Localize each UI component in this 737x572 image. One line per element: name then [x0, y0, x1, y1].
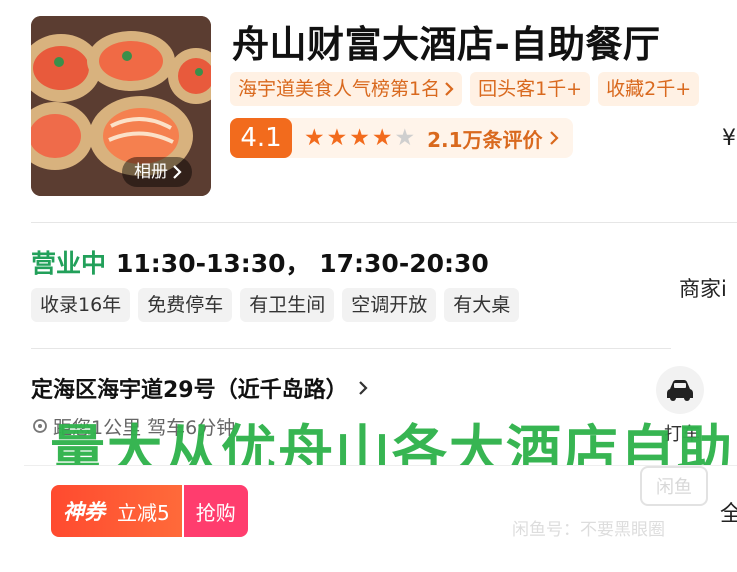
car-icon: [667, 380, 693, 401]
star-empty-icon: ★: [394, 125, 416, 151]
xianyu-logo: 闲鱼: [640, 466, 708, 506]
reviews-link[interactable]: 2.1万条评价: [427, 124, 559, 153]
merchant-info-link[interactable]: 商家i: [679, 273, 727, 303]
location-pin-icon: [33, 418, 47, 433]
address-text: 定海区海宇道29号（近千岛路）: [31, 378, 348, 403]
coupon-tag: 神券: [63, 500, 105, 524]
album-button[interactable]: 相册: [122, 157, 192, 187]
star-filled-icon: ★: [349, 125, 370, 151]
price-partial: ¥: [722, 126, 736, 151]
coupon-banner[interactable]: 神券 立减5 抢购: [51, 485, 248, 537]
rating-row[interactable]: 4.1 ★ ★ ★ ★ ★ 2.1万条评价: [230, 118, 573, 158]
rating-score: 4.1: [230, 118, 292, 158]
feature-tag: 空调开放: [342, 288, 437, 322]
divider: [31, 348, 671, 349]
hours-text: 11:30-13:30， 17:30-20:30: [116, 249, 489, 278]
reviews-count: 2.1万条评价: [427, 127, 543, 152]
star-filled-icon: ★: [304, 125, 325, 151]
shop-card: 相册 舟山财富大酒店-自助餐厅 海宇道美食人气榜第1名 回头客1千+ 收藏2千+…: [0, 0, 737, 572]
ranking-tag[interactable]: 海宇道美食人气榜第1名: [230, 72, 463, 106]
star-rating: ★ ★ ★ ★ ★: [304, 118, 415, 158]
feature-tag: 免费停车: [138, 288, 233, 322]
feature-tags: 收录16年 免费停车 有卫生间 空调开放 有大桌: [31, 288, 520, 322]
coupon-info: 神券 立减5: [51, 485, 182, 537]
album-label: 相册: [134, 162, 168, 182]
divider: [31, 222, 737, 223]
repeat-customers-tag: 回头客1千+: [470, 72, 591, 106]
coupon-amount: 立减5: [117, 500, 170, 525]
feature-tag: 有大桌: [444, 288, 520, 322]
business-hours: 营业中 11:30-13:30， 17:30-20:30: [31, 244, 489, 280]
ranking-tag-label: 海宇道美食人气榜第1名: [238, 78, 441, 100]
favorites-tag: 收藏2千+: [598, 72, 700, 106]
shop-title: 舟山财富大酒店-自助餐厅: [232, 23, 661, 66]
grab-coupon-button[interactable]: 抢购: [183, 485, 248, 537]
xianyu-watermark: 闲鱼号：不要黑眼圈: [512, 520, 665, 540]
address-link[interactable]: 定海区海宇道29号（近千岛路）: [31, 372, 368, 404]
open-status: 营业中: [31, 249, 107, 278]
shop-tags: 海宇道美食人气榜第1名 回头客1千+ 收藏2千+: [230, 72, 700, 106]
star-filled-icon: ★: [326, 125, 348, 151]
promo-partial: 全: [720, 502, 737, 527]
feature-tag: 收录16年: [31, 288, 131, 322]
chevron-right-icon: [358, 381, 368, 395]
chevron-right-icon: [173, 165, 182, 179]
star-filled-icon: ★: [371, 125, 393, 151]
feature-tag: 有卫生间: [240, 288, 335, 322]
chevron-right-icon: [549, 131, 559, 145]
chevron-right-icon: [445, 82, 454, 96]
